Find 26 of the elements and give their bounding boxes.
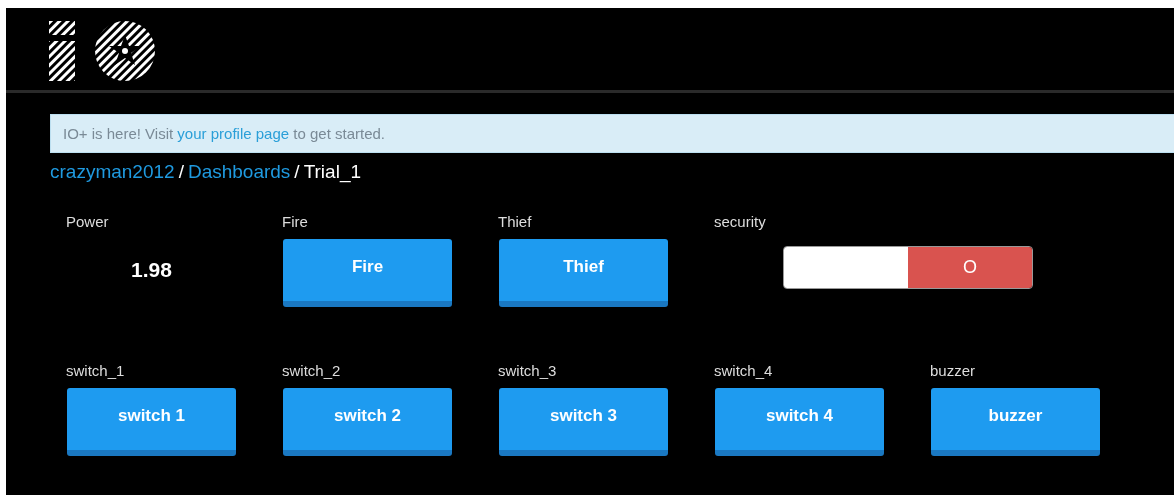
block-title: buzzer <box>930 362 977 379</box>
action-button[interactable]: Fire <box>283 239 452 307</box>
breadcrumb-link[interactable]: Dashboards <box>187 161 291 183</box>
action-button[interactable]: switch 1 <box>67 388 236 456</box>
power-value: 1.98 <box>130 257 173 282</box>
block-title: Power <box>66 213 110 230</box>
block-title: Fire <box>282 213 309 230</box>
block-title: switch_2 <box>282 362 342 379</box>
block-title: switch_1 <box>66 362 126 379</box>
profile-link[interactable]: your profile page <box>177 125 290 142</box>
block-title: switch_4 <box>714 362 774 379</box>
action-button[interactable]: Thief <box>499 239 668 307</box>
breadcrumb-current: Trial_1 <box>303 161 361 183</box>
breadcrumb-separator: / <box>294 161 300 183</box>
block-title: Thief <box>498 213 533 230</box>
block-title: switch_3 <box>498 362 558 379</box>
block-title: security <box>714 213 767 230</box>
breadcrumb-separator: / <box>178 161 184 183</box>
action-button[interactable]: switch 3 <box>499 388 668 456</box>
breadcrumb-link[interactable]: crazyman2012 <box>50 161 175 183</box>
toggle-switch[interactable]: O <box>783 246 1033 289</box>
action-button[interactable]: switch 2 <box>283 388 452 456</box>
logo-icon[interactable] <box>49 21 157 81</box>
action-button[interactable]: switch 4 <box>715 388 884 456</box>
action-button[interactable]: buzzer <box>931 388 1100 456</box>
info-banner: IO+ is here! Visit your profile page to get started. <box>50 114 1174 153</box>
